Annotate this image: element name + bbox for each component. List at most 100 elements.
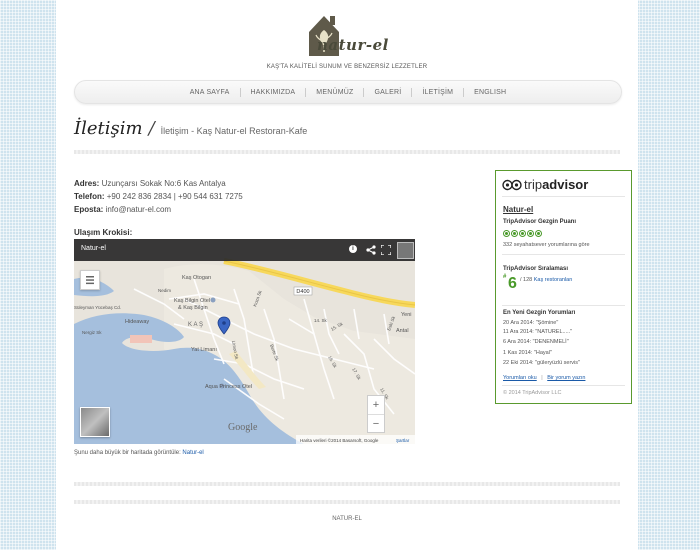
map-header-bar: Natur-el i [74,239,415,261]
widget-divider [502,305,625,306]
map-section-label: Ulaşım Krokisi: [74,228,133,237]
widget-divider [502,385,625,386]
logo-advisor: advisor [542,177,589,192]
map-label-bilgin2: & Kaş Bilgin [178,305,208,311]
review-date: 20 Ara 2014: [503,320,536,326]
footer-divider [74,482,620,486]
map-caption: Şunu daha büyük bir haritada görüntüle: … [74,450,204,456]
tripadvisor-widget: trip advisor Natur-el TripAdvisor Gezgin … [495,170,632,404]
email-link[interactable]: info@natur-el.com [106,205,171,214]
latest-reviews-title: En Yeni Gezgin Yorumları [503,310,576,316]
review-date: 11 Ara 2014: [503,329,536,335]
nav-item-english[interactable]: ENGLISH [464,89,516,96]
rating-bubble [535,230,542,237]
nav-item-about[interactable]: HAKKIMIZDA [241,89,306,96]
rating-title: TripAdvisor Gezgin Puanı [503,219,577,225]
map-road-shield: D400 [296,289,309,295]
rank-text: / 128 Kaş restoranları [520,277,573,283]
rank-number: 6 [508,275,517,292]
map-terms-link: Şartlar [396,438,410,443]
map-attribution: Harita verileri ©2014 Basarsoft, Google [300,437,379,443]
read-reviews-link[interactable]: Yorumları oku [503,375,537,381]
map-label-sk14: 14. Sk [314,318,328,323]
review-quote-link[interactable]: "DENENMELİ" [533,339,569,345]
fullscreen-icon[interactable] [381,245,391,255]
phone-value: +90 242 836 2834 | +90 544 631 7275 [106,192,243,201]
tripadvisor-copyright: © 2014 TripAdvisor LLC [503,390,562,396]
action-separator: | [541,375,543,381]
address-value: Uzunçarsı Sokak No:6 Kas Antalya [101,179,226,188]
map-label-nedim: Nedim [158,288,171,293]
write-review-link[interactable]: Bir yorum yazın [547,375,585,381]
nav-item-menu[interactable]: MENÜMÜZ [306,89,363,96]
zoom-out-button[interactable]: − [368,414,384,433]
review-count: 332 seyahatsever yorumlarına göre [503,242,590,248]
rating-bubble [503,230,510,237]
user-avatar[interactable] [397,242,414,259]
share-icon[interactable] [366,245,376,255]
rating-bubble [527,230,534,237]
title-slash: / [148,118,155,139]
map-label-yatlimani: Yat Limanı [191,347,217,353]
phone-label: Telefon: [74,192,105,201]
restaurant-name-link[interactable]: Natur-el [503,205,533,214]
rank-hash: # [503,274,507,280]
embedded-map[interactable]: D400 Kaş Otogarı Kaş Bilgin Otel & Kaş B… [74,239,415,444]
logo-text[interactable]: natur-el [317,36,389,54]
review-item: 11 Ara 2014: "NATUREL....." [503,329,572,335]
map-label-otogar: Kaş Otogarı [182,275,211,281]
review-item: 20 Ara 2014: "Şömine" [503,320,558,326]
map-label-antalya: Antal [396,328,409,334]
review-date: 6 Ara 2014: [503,339,533,345]
heading-divider [74,150,620,154]
main-navigation: ANA SAYFA HAKKIMIZDA MENÜMÜZ GALERİ İLET… [74,80,622,104]
map-label-kas: KAŞ [188,322,205,328]
street-view-thumbnail[interactable] [80,407,110,437]
nav-item-gallery[interactable]: GALERİ [364,89,411,96]
logo-trip: trip [524,177,543,192]
review-item: 6 Ara 2014: "DENENMELİ" [503,339,569,345]
map-caption-text: Şunu daha büyük bir haritada görüntüle: [74,450,183,456]
map-caption-link[interactable]: Natur-el [182,450,203,456]
review-item: 1 Kas 2014: "Hayal" [503,350,552,356]
email-label: Eposta: [74,205,104,214]
map-label-yeni: Yeni [401,312,412,318]
nav-item-home[interactable]: ANA SAYFA [180,89,240,96]
zoom-in-button[interactable]: + [368,396,384,414]
review-date: 1 Kas 2014: [503,350,534,356]
address-label: Adres: [74,179,100,188]
rating-bubble [519,230,526,237]
map-label-hideaway: Hideaway [125,319,149,325]
info-icon[interactable]: i [349,245,357,253]
map-label-bilgin: Kaş Bilgin Otel [174,298,210,304]
review-quote-link[interactable]: "güleryüzlü servis" [535,360,580,366]
rank-title: TripAdvisor Sıralaması [503,266,569,272]
page-title: İletişim [74,118,143,139]
site-tagline: KAŞ'TA KALİTELİ SUNUM VE BENZERSİZ LEZZE… [266,64,428,70]
map-label-nergiz: Nergiz Sk [82,330,102,335]
breadcrumb: İletişim - Kaş Natur-el Restoran-Kafe [160,126,308,136]
rating-bubble [511,230,518,237]
map-label-suleyman: Süleyman Yücebaş Cd. [74,305,121,310]
map-title[interactable]: Natur-el [81,245,106,252]
owl-eyes-icon [502,179,522,190]
map-list-button[interactable] [80,270,100,290]
widget-divider [502,254,625,255]
review-quote-link[interactable]: "Şömine" [536,320,559,326]
widget-divider [502,196,625,197]
rank-text-prefix: / 128 [520,277,534,283]
rank-category-link[interactable]: Kaş restoranları [534,277,573,283]
footer-text: NATUR-EL [332,516,362,522]
review-item: 22 Eki 2014: "güleryüzlü servis" [503,360,580,366]
contact-info: Adres: Uzunçarsı Sokak No:6 Kas Antalya … [74,177,243,216]
review-quote-link[interactable]: "Hayal" [534,350,552,356]
map-canvas[interactable]: D400 Kaş Otogarı Kaş Bilgin Otel & Kaş B… [74,239,415,444]
footer-divider [74,500,620,504]
nav-item-contact[interactable]: İLETİŞİM [412,89,463,96]
map-label-aqua: Aqua Princess Otel [205,384,252,390]
page-container: natur-el KAŞ'TA KALİTELİ SUNUM VE BENZER… [56,0,638,550]
page-heading: İletişim / İletişim - Kaş Natur-el Resto… [74,118,307,139]
rating-bubbles [503,230,542,237]
tripadvisor-logo[interactable]: trip advisor [502,177,588,192]
review-quote-link[interactable]: "NATUREL....." [535,329,572,335]
